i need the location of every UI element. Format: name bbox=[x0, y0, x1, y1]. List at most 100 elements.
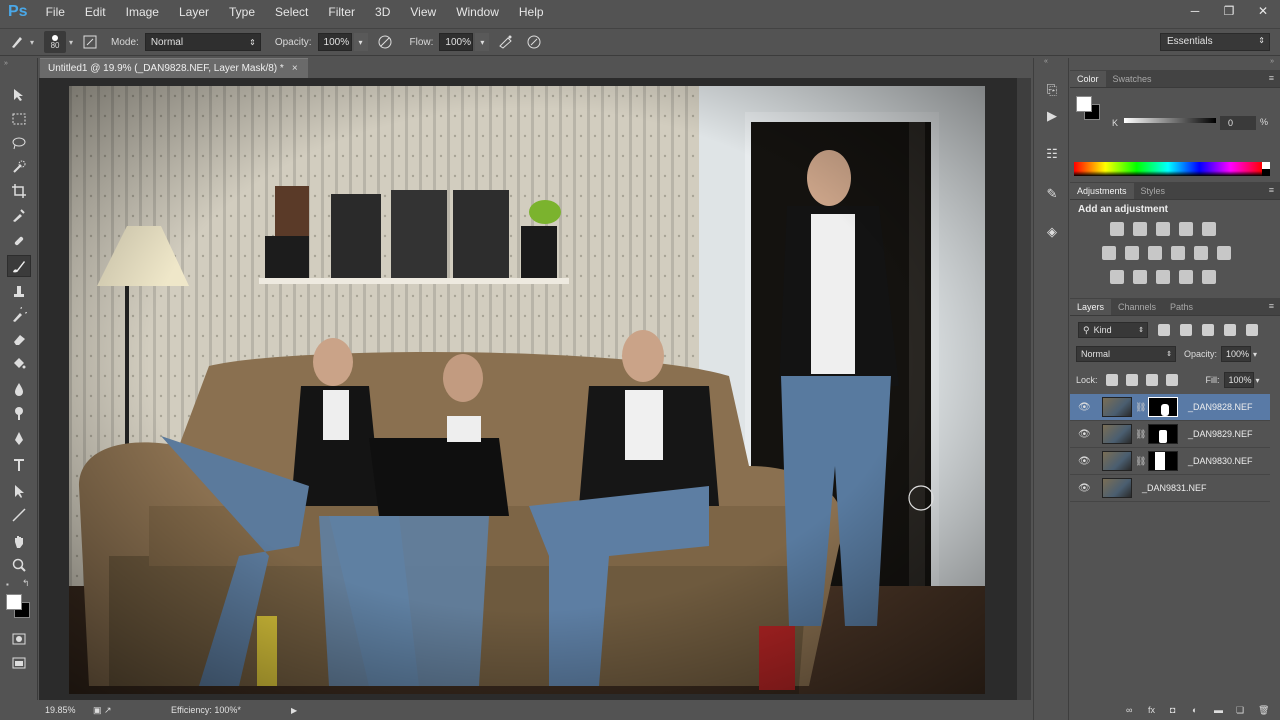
clone-stamp-tool-icon[interactable] bbox=[7, 280, 31, 302]
minimize-button[interactable]: ─ bbox=[1178, 0, 1212, 22]
visibility-eye-icon[interactable]: 👁 bbox=[1078, 456, 1094, 467]
vibrance-icon[interactable] bbox=[1202, 222, 1216, 236]
layer-row[interactable]: 👁 ⛓ _DAN9829.NEF bbox=[1070, 421, 1270, 448]
menu-edit[interactable]: Edit bbox=[85, 5, 106, 19]
default-colors-icon[interactable]: ▪ bbox=[6, 580, 9, 589]
visibility-eye-icon[interactable]: 👁 bbox=[1078, 402, 1094, 413]
tab-paths[interactable]: Paths bbox=[1163, 299, 1200, 315]
black-white-icon[interactable] bbox=[1148, 246, 1162, 260]
menu-type[interactable]: Type bbox=[229, 5, 255, 19]
layer-thumbnail[interactable] bbox=[1102, 424, 1132, 444]
selective-color-icon[interactable] bbox=[1179, 270, 1193, 284]
canvas-area[interactable] bbox=[39, 78, 1031, 700]
menu-select[interactable]: Select bbox=[275, 5, 308, 19]
menu-file[interactable]: File bbox=[46, 5, 65, 19]
airbrush-icon[interactable] bbox=[495, 31, 517, 53]
document-tab[interactable]: Untitled1 @ 19.9% (_DAN9828.NEF, Layer M… bbox=[40, 58, 308, 78]
new-adjustment-icon[interactable]: ◐ bbox=[1192, 705, 1204, 717]
line-tool-icon[interactable] bbox=[7, 504, 31, 526]
status-icons[interactable]: ▣ ↗ bbox=[93, 705, 143, 716]
menu-image[interactable]: Image bbox=[126, 5, 159, 19]
exposure-icon[interactable] bbox=[1179, 222, 1193, 236]
layer-mask-thumbnail[interactable] bbox=[1148, 397, 1178, 417]
blur-tool-icon[interactable] bbox=[7, 378, 31, 400]
filter-type-icon[interactable] bbox=[1202, 324, 1214, 336]
filter-kind-select[interactable]: ⚲ Kind ⇕ bbox=[1078, 322, 1148, 338]
curves-icon[interactable] bbox=[1156, 222, 1170, 236]
collapse-arrows-icon[interactable]: « bbox=[1044, 58, 1048, 65]
close-button[interactable]: ✕ bbox=[1246, 0, 1280, 22]
status-menu-arrow-icon[interactable]: ▶ bbox=[291, 706, 297, 715]
menu-help[interactable]: Help bbox=[519, 5, 544, 19]
workspace-switcher[interactable]: Essentials ⇕ bbox=[1160, 33, 1270, 51]
opacity-input[interactable]: 100% bbox=[317, 33, 352, 51]
screen-mode-icon[interactable] bbox=[7, 652, 31, 674]
add-mask-icon[interactable]: ◘ bbox=[1170, 705, 1182, 717]
flow-dropdown-icon[interactable]: ▾ bbox=[475, 33, 490, 51]
visibility-eye-icon[interactable]: 👁 bbox=[1078, 429, 1094, 440]
eraser-tool-icon[interactable] bbox=[7, 328, 31, 350]
quick-selection-tool-icon[interactable] bbox=[7, 156, 31, 178]
pen-tool-icon[interactable] bbox=[7, 428, 31, 450]
mode-select[interactable]: Normal ⇕ bbox=[144, 33, 261, 51]
opacity-dropdown-icon[interactable]: ▾ bbox=[1253, 350, 1257, 359]
share-icon[interactable]: ↗ bbox=[104, 705, 112, 715]
pressure-size-icon[interactable] bbox=[523, 31, 545, 53]
filter-adjustment-icon[interactable] bbox=[1180, 324, 1192, 336]
3d-panel-icon[interactable]: ◈ bbox=[1042, 222, 1062, 242]
type-tool-icon[interactable] bbox=[7, 454, 31, 476]
panel-menu-icon[interactable]: ≡ bbox=[1269, 185, 1274, 195]
layer-thumbnail[interactable] bbox=[1102, 451, 1132, 471]
chain-link-icon[interactable]: ⛓ bbox=[1135, 429, 1146, 440]
delete-layer-icon[interactable]: 🗑 bbox=[1258, 705, 1270, 717]
history-brush-tool-icon[interactable] bbox=[7, 304, 31, 326]
filter-pixel-icon[interactable] bbox=[1158, 324, 1170, 336]
layer-row[interactable]: 👁 ⛓ _DAN9828.NEF bbox=[1070, 394, 1270, 421]
flow-input[interactable]: 100% bbox=[439, 33, 474, 51]
fill-input[interactable]: 100% bbox=[1223, 372, 1254, 388]
dodge-tool-icon[interactable] bbox=[7, 402, 31, 424]
document-canvas[interactable] bbox=[69, 86, 985, 694]
brush-dropdown-icon[interactable]: ▾ bbox=[69, 38, 73, 47]
panel-menu-icon[interactable]: ≡ bbox=[1269, 301, 1274, 311]
chain-link-icon[interactable]: ⛓ bbox=[1135, 402, 1146, 413]
marquee-tool-icon[interactable] bbox=[7, 108, 31, 130]
tab-styles[interactable]: Styles bbox=[1134, 183, 1173, 199]
eyedropper-tool-icon[interactable] bbox=[7, 204, 31, 226]
hand-tool-icon[interactable] bbox=[7, 530, 31, 552]
link-layers-icon[interactable]: ∞ bbox=[1126, 705, 1138, 717]
tab-swatches[interactable]: Swatches bbox=[1106, 71, 1159, 87]
layer-style-icon[interactable]: fx bbox=[1148, 705, 1160, 717]
lock-image-icon[interactable] bbox=[1125, 374, 1138, 386]
layer-row[interactable]: 👁 ⛓ _DAN9830.NEF bbox=[1070, 448, 1270, 475]
healing-brush-tool-icon[interactable] bbox=[7, 230, 31, 252]
threshold-icon[interactable] bbox=[1156, 270, 1170, 284]
tab-adjustments[interactable]: Adjustments bbox=[1070, 183, 1134, 199]
layer-mask-thumbnail[interactable] bbox=[1148, 424, 1178, 444]
zoom-tool-icon[interactable] bbox=[7, 554, 31, 576]
blend-mode-select[interactable]: Normal ⇕ bbox=[1076, 346, 1176, 362]
zoom-level[interactable]: 19.85% bbox=[45, 705, 85, 715]
vertical-scrollbar[interactable] bbox=[1017, 78, 1031, 700]
tab-color[interactable]: Color bbox=[1070, 71, 1106, 87]
menu-3d[interactable]: 3D bbox=[375, 5, 390, 19]
visibility-eye-icon[interactable]: 👁 bbox=[1078, 483, 1094, 494]
foreground-color-swatch[interactable] bbox=[6, 594, 22, 610]
brush-size-picker[interactable]: 80 bbox=[44, 31, 67, 53]
lock-position-icon[interactable] bbox=[1145, 374, 1158, 386]
preset-dropdown-icon[interactable]: ▾ bbox=[30, 38, 34, 47]
foreground-color-swatch[interactable] bbox=[1076, 96, 1092, 112]
close-document-icon[interactable]: × bbox=[292, 63, 298, 74]
color-lookup-icon[interactable] bbox=[1217, 246, 1231, 260]
k-value-input[interactable]: 0 bbox=[1220, 116, 1256, 130]
layer-row[interactable]: 👁 _DAN9831.NEF bbox=[1070, 475, 1270, 502]
tool-presets-icon[interactable]: ✎ bbox=[1042, 184, 1062, 204]
timeline-icon[interactable]: ▣ bbox=[93, 705, 102, 715]
move-tool-icon[interactable] bbox=[7, 84, 31, 106]
menu-filter[interactable]: Filter bbox=[328, 5, 355, 19]
collapse-arrows-icon[interactable]: » bbox=[4, 60, 8, 67]
fill-dropdown-icon[interactable]: ▾ bbox=[1256, 376, 1260, 385]
color-spectrum[interactable] bbox=[1074, 162, 1262, 176]
crop-tool-icon[interactable] bbox=[7, 180, 31, 202]
new-group-icon[interactable]: ▬ bbox=[1214, 705, 1226, 717]
